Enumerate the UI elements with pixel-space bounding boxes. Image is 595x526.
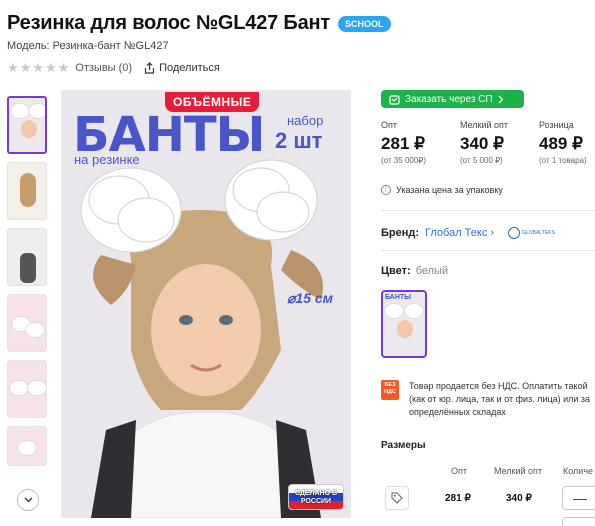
thumbnail[interactable] xyxy=(7,360,47,418)
price-label: Мелкий опт xyxy=(460,120,509,130)
meta-row: ★ ★ ★ ★ ★ Отзывы (0) Поделиться xyxy=(7,61,220,74)
sizes-header-small-opt: Мелкий опт xyxy=(494,466,543,476)
price-column-small-wholesale: Мелкий опт 340 ₽ (от 5 000 ₽) xyxy=(460,120,539,165)
vat-line: (как от юр. лица, так и от физ. лица) ил… xyxy=(409,394,591,404)
price-label: Опт xyxy=(381,120,397,130)
star-icon: ★ xyxy=(7,60,19,75)
price-note: (от 5 000 ₽) xyxy=(460,156,503,165)
product-model: Модель: Резинка-бант №GL427 xyxy=(7,40,169,52)
thumb-face xyxy=(21,120,37,138)
sizes-title: Размеры xyxy=(381,440,426,451)
thumbnail[interactable] xyxy=(7,96,47,154)
thumbnail-scroll-down[interactable] xyxy=(17,489,39,511)
pack-note-text: Указана цена за упаковку xyxy=(396,185,503,195)
chevron-right-icon: › xyxy=(490,227,495,239)
made-in-russia-badge: СДЕЛАНО В РОССИИ xyxy=(288,484,344,510)
star-icon: ★ xyxy=(57,60,70,75)
quantity-input[interactable] xyxy=(562,517,595,526)
thumbnail[interactable] xyxy=(7,294,47,352)
image-subline: на резинке xyxy=(74,152,140,167)
sp-button-label: Заказать через СП xyxy=(405,93,493,105)
size-price-opt: 281 ₽ xyxy=(445,493,471,504)
chevron-down-icon xyxy=(24,497,32,503)
thumbnail[interactable] xyxy=(7,228,47,286)
rating-stars[interactable]: ★ ★ ★ ★ ★ xyxy=(7,61,69,74)
price-note: (от 35 000₽) xyxy=(381,156,427,165)
main-product-image[interactable]: ОБЪЁМНЫЕ БАНТЫ на резинке набор 2 шт ⌀15… xyxy=(61,90,351,518)
tag-icon xyxy=(391,492,403,504)
swatch-headline: БАНТЫ xyxy=(385,294,412,301)
vat-notice: БЕЗ НДС Товар продается без НДС. Оплатит… xyxy=(381,380,595,419)
brand-name: Глобал Текс xyxy=(425,227,488,239)
thumb-bow xyxy=(10,381,28,395)
divider xyxy=(381,250,595,251)
thumbnail[interactable] xyxy=(7,162,47,220)
color-row: Цвет: белый xyxy=(381,265,448,277)
thumb-hair xyxy=(20,173,36,207)
price-value: 340 ₽ xyxy=(460,134,504,153)
star-icon: ★ xyxy=(19,60,32,75)
thumbnail-strip xyxy=(7,96,49,474)
color-value: белый xyxy=(415,265,449,277)
thumb-bow xyxy=(28,381,46,395)
share-label: Поделиться xyxy=(159,61,220,74)
reviews-link[interactable]: Отзывы (0) xyxy=(75,62,132,74)
star-icon: ★ xyxy=(32,60,44,75)
price-label: Розница xyxy=(539,120,574,130)
thumb-bow xyxy=(11,104,29,118)
brand-logo[interactable]: GLOBALTEKS xyxy=(508,226,556,240)
price-columns: Опт 281 ₽ (от 35 000₽) Мелкий опт 340 ₽ … xyxy=(381,120,595,165)
school-badge[interactable]: SCHOOL xyxy=(338,15,391,32)
share-icon xyxy=(144,61,155,74)
vat-line: определённых складах xyxy=(409,407,506,417)
price-note: (от 1 товара) xyxy=(539,156,587,165)
thumbnail[interactable] xyxy=(7,426,47,466)
vat-text: Товар продается без НДС. Оплатить такой … xyxy=(409,380,595,419)
image-set-label: набор xyxy=(287,113,324,128)
pack-price-note: ! Указана цена за упаковку xyxy=(381,185,503,195)
swatch-bow xyxy=(385,304,403,318)
thumb-bow xyxy=(29,104,45,118)
product-title: Резинка для волос №GL427 Бант xyxy=(7,12,330,34)
size-tag-button[interactable] xyxy=(385,486,409,510)
share-button[interactable]: Поделиться xyxy=(144,62,220,74)
brand-link[interactable]: Глобал Текс › xyxy=(425,227,494,239)
sizes-header-opt: Опт xyxy=(451,466,467,476)
price-value: 281 ₽ xyxy=(381,134,425,153)
swatch-face xyxy=(397,320,413,338)
quantity-input[interactable]: — xyxy=(562,486,595,510)
order-via-sp-button[interactable]: Заказать через СП xyxy=(381,90,524,108)
info-icon: ! xyxy=(381,185,391,195)
globe-icon xyxy=(508,227,521,239)
star-icon: ★ xyxy=(44,60,57,75)
thumb-bow xyxy=(26,323,44,337)
sizes-header-qty: Количе xyxy=(563,466,594,476)
made-in-label: СДЕЛАНО В РОССИИ xyxy=(294,490,338,505)
cart-icon xyxy=(389,94,400,105)
title-row: Резинка для волос №GL427 Бант SCHOOL xyxy=(7,12,391,35)
chevron-right-icon xyxy=(498,95,504,103)
price-value: 489 ₽ xyxy=(539,134,583,153)
divider xyxy=(381,210,595,211)
price-column-wholesale: Опт 281 ₽ (от 35 000₽) xyxy=(381,120,460,165)
color-swatch-white[interactable]: БАНТЫ xyxy=(381,290,427,358)
brand-logo-text: GLOBALTEKS xyxy=(522,230,555,236)
size-price-small-opt: 340 ₽ xyxy=(506,493,532,504)
thumb-backpack xyxy=(20,253,36,283)
color-label: Цвет: xyxy=(381,265,411,277)
brand-label: Бренд: xyxy=(381,227,420,239)
vat-line: Товар продается без НДС. Оплатить такой xyxy=(409,381,588,391)
swatch-bow xyxy=(405,304,423,318)
no-vat-icon: БЕЗ НДС xyxy=(381,380,399,400)
image-count-label: 2 шт xyxy=(275,128,323,153)
price-column-retail: Розница 489 ₽ (от 1 товара) xyxy=(539,120,595,165)
thumb-bow xyxy=(18,441,36,455)
image-diameter: ⌀15 см xyxy=(287,290,334,306)
brand-row: Бренд: Глобал Текс › GLOBALTEKS xyxy=(381,226,556,240)
